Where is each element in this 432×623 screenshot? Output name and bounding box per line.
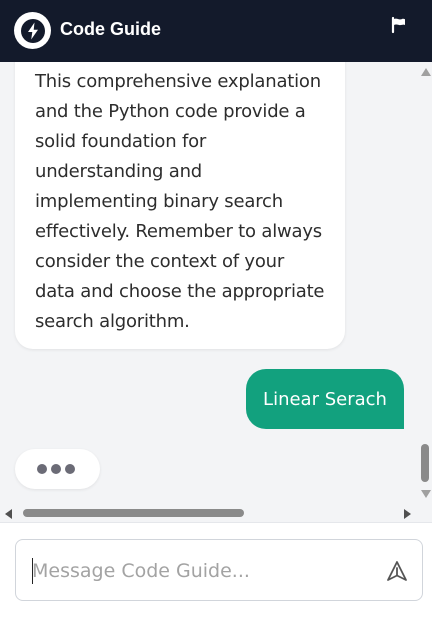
flag-icon[interactable] xyxy=(390,16,408,34)
user-message-text: Linear Serach xyxy=(263,388,387,410)
send-icon[interactable] xyxy=(386,560,408,582)
message-composer xyxy=(0,522,432,623)
typing-dot xyxy=(37,464,47,474)
scroll-up-arrow-icon[interactable] xyxy=(421,68,431,76)
chat-area: This comprehensive explanation and the P… xyxy=(0,62,418,504)
vertical-scroll-thumb[interactable] xyxy=(421,444,429,482)
bot-message-bubble: This comprehensive explanation and the P… xyxy=(15,62,345,349)
message-input[interactable] xyxy=(32,558,372,584)
horizontal-scrollbar[interactable] xyxy=(0,504,418,522)
app-title: Code Guide xyxy=(60,19,162,39)
app-header: Code Guide xyxy=(0,0,432,62)
lightning-bolt-icon xyxy=(14,12,51,49)
typing-indicator xyxy=(15,449,100,489)
typing-dot xyxy=(65,464,75,474)
vertical-scrollbar[interactable] xyxy=(418,62,432,504)
message-input-box[interactable] xyxy=(15,539,423,601)
typing-dot xyxy=(51,464,61,474)
scroll-down-arrow-icon[interactable] xyxy=(421,490,431,498)
user-message-bubble: Linear Serach xyxy=(246,369,404,429)
horizontal-scroll-thumb[interactable] xyxy=(23,509,244,517)
scroll-right-arrow-icon[interactable] xyxy=(404,509,411,519)
scroll-left-arrow-icon[interactable] xyxy=(5,509,12,519)
bot-message-text: This comprehensive explanation and the P… xyxy=(35,71,325,332)
